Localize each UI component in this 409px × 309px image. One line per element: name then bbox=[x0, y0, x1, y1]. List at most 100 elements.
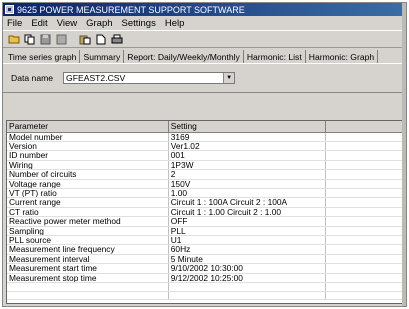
setting-cell: 1P3W bbox=[168, 160, 327, 171]
tab-time-series-graph[interactable]: Time series graph bbox=[5, 50, 81, 63]
parameter-cell: Sampling bbox=[7, 226, 169, 236]
menu-graph[interactable]: Graph bbox=[86, 18, 112, 29]
title-bar: 9625 POWER MEASUREMENT SUPPORT SOFTWARE bbox=[3, 3, 406, 16]
data-name-label: Data name bbox=[11, 73, 54, 83]
table-row[interactable]: Version Ver1.02 bbox=[7, 141, 404, 152]
toolbar bbox=[3, 30, 406, 48]
empty-cell bbox=[325, 244, 404, 255]
empty-cell bbox=[325, 188, 404, 199]
window-title: 9625 POWER MEASUREMENT SUPPORT SOFTWARE bbox=[17, 4, 245, 15]
setting-cell: 5 Minute bbox=[168, 254, 327, 265]
empty-cell bbox=[325, 235, 404, 246]
tab-strip: Time series graph Summary Report: Daily/… bbox=[3, 48, 406, 63]
menu-settings[interactable]: Settings bbox=[122, 18, 156, 29]
setting-cell: Circuit 1 : 100A Circuit 2 : 100A bbox=[168, 197, 327, 208]
print-preview-icon[interactable] bbox=[55, 33, 68, 45]
empty-cell bbox=[325, 141, 404, 152]
setting-cell: 9/10/2002 10:30:00 bbox=[168, 263, 327, 274]
menu-bar: File Edit View Graph Settings Help bbox=[3, 16, 406, 30]
table-row[interactable]: ID number 001 bbox=[7, 150, 404, 161]
parameter-cell: Reactive power meter method bbox=[7, 216, 169, 227]
data-name-row: Data name GFEAST2.CSV ▼ bbox=[3, 63, 406, 93]
setting-cell: 1.00 bbox=[168, 188, 327, 199]
data-name-select[interactable]: GFEAST2.CSV ▼ bbox=[63, 72, 236, 84]
tab-harmonic-graph[interactable]: Harmonic: Graph bbox=[306, 50, 379, 63]
setting-cell: OFF bbox=[168, 216, 327, 227]
toolbar-separator bbox=[71, 33, 75, 45]
table-row[interactable]: Measurement stop time 9/12/2002 10:25:00 bbox=[7, 273, 404, 284]
table-row[interactable]: Number of circuits 2 bbox=[7, 169, 404, 180]
table-row[interactable]: Wiring 1P3W bbox=[7, 160, 404, 171]
parameter-cell: Version bbox=[7, 141, 169, 152]
setting-cell: 150V bbox=[168, 179, 327, 189]
setting-cell: 3169 bbox=[168, 132, 327, 142]
empty-cell bbox=[325, 254, 404, 265]
table-row[interactable]: Measurement line frequency 60Hz bbox=[7, 244, 404, 255]
parameter-cell: Measurement start time bbox=[7, 263, 169, 274]
setting-cell: 2 bbox=[168, 169, 327, 180]
setting-cell: Circuit 1 : 1.00 Circuit 2 : 1.00 bbox=[168, 207, 327, 218]
menu-file[interactable]: File bbox=[7, 18, 22, 29]
table-row[interactable]: Measurement interval 5 Minute bbox=[7, 254, 404, 265]
parameter-cell bbox=[7, 291, 169, 301]
window-scrollbar[interactable] bbox=[402, 3, 406, 306]
copy-icon[interactable] bbox=[23, 33, 36, 45]
parameter-cell bbox=[7, 282, 169, 292]
parameter-cell: Measurement line frequency bbox=[7, 244, 169, 255]
table-row[interactable]: Reactive power meter method OFF bbox=[7, 216, 404, 227]
app-icon bbox=[5, 5, 14, 14]
save-icon[interactable] bbox=[39, 33, 52, 45]
table-row[interactable]: VT (PT) ratio 1.00 bbox=[7, 188, 404, 199]
empty-cell bbox=[325, 160, 404, 171]
folder-open-icon[interactable] bbox=[7, 33, 20, 45]
tab-harmonic-list[interactable]: Harmonic: List bbox=[244, 50, 306, 63]
menu-help[interactable]: Help bbox=[165, 18, 185, 29]
column-header-empty[interactable] bbox=[325, 121, 404, 133]
empty-cell bbox=[325, 263, 404, 274]
setting-cell: 001 bbox=[168, 150, 327, 161]
data-name-value: GFEAST2.CSV bbox=[66, 73, 126, 83]
empty-cell bbox=[325, 150, 404, 161]
tab-report[interactable]: Report: Daily/Weekly/Monthly bbox=[124, 50, 244, 63]
table-row[interactable]: Voltage range 150V bbox=[7, 179, 404, 189]
setting-cell: PLL bbox=[168, 226, 327, 236]
print-icon[interactable] bbox=[110, 33, 123, 45]
menu-view[interactable]: View bbox=[57, 18, 77, 29]
empty-cell bbox=[325, 291, 404, 301]
table-row[interactable]: CT ratio Circuit 1 : 1.00 Circuit 2 : 1.0… bbox=[7, 207, 404, 218]
setting-cell: 60Hz bbox=[168, 244, 327, 255]
empty-cell bbox=[325, 132, 404, 142]
column-header-setting[interactable]: Setting bbox=[168, 121, 327, 133]
table-row[interactable]: Sampling PLL bbox=[7, 226, 404, 236]
table-row[interactable] bbox=[7, 282, 404, 292]
empty-cell bbox=[325, 197, 404, 208]
parameter-cell: Voltage range bbox=[7, 179, 169, 189]
setting-cell: U1 bbox=[168, 235, 327, 246]
app-window: 9625 POWER MEASUREMENT SUPPORT SOFTWARE … bbox=[2, 2, 407, 307]
parameter-cell: CT ratio bbox=[7, 207, 169, 218]
summary-grid[interactable]: Parameter Setting Model number 3169 Versio… bbox=[6, 120, 405, 304]
page-icon[interactable] bbox=[94, 33, 107, 45]
setting-cell: 9/12/2002 10:25:00 bbox=[168, 273, 327, 284]
column-header-parameter[interactable]: Parameter bbox=[7, 121, 169, 133]
parameter-cell: Measurement stop time bbox=[7, 273, 169, 284]
table-row[interactable]: Model number 3169 bbox=[7, 132, 404, 142]
table-row[interactable] bbox=[7, 291, 404, 301]
menu-edit[interactable]: Edit bbox=[31, 18, 47, 29]
table-row[interactable]: PLL source U1 bbox=[7, 235, 404, 246]
empty-cell bbox=[325, 273, 404, 284]
parameter-cell: Wiring bbox=[7, 160, 169, 171]
setting-cell bbox=[168, 291, 327, 301]
parameter-cell: ID number bbox=[7, 150, 169, 161]
tab-summary[interactable]: Summary bbox=[80, 50, 125, 63]
empty-cell bbox=[325, 179, 404, 189]
setting-cell bbox=[168, 282, 327, 292]
table-row[interactable]: Current range Circuit 1 : 100A Circuit 2 … bbox=[7, 197, 404, 208]
empty-cell bbox=[325, 226, 404, 236]
paste-icon[interactable] bbox=[78, 33, 91, 45]
parameter-cell: VT (PT) ratio bbox=[7, 188, 169, 199]
chevron-down-icon[interactable]: ▼ bbox=[223, 73, 235, 83]
parameter-cell: Model number bbox=[7, 132, 169, 142]
grid-header-row: Parameter Setting bbox=[7, 121, 404, 133]
table-row[interactable]: Measurement start time 9/10/2002 10:30:00 bbox=[7, 263, 404, 274]
